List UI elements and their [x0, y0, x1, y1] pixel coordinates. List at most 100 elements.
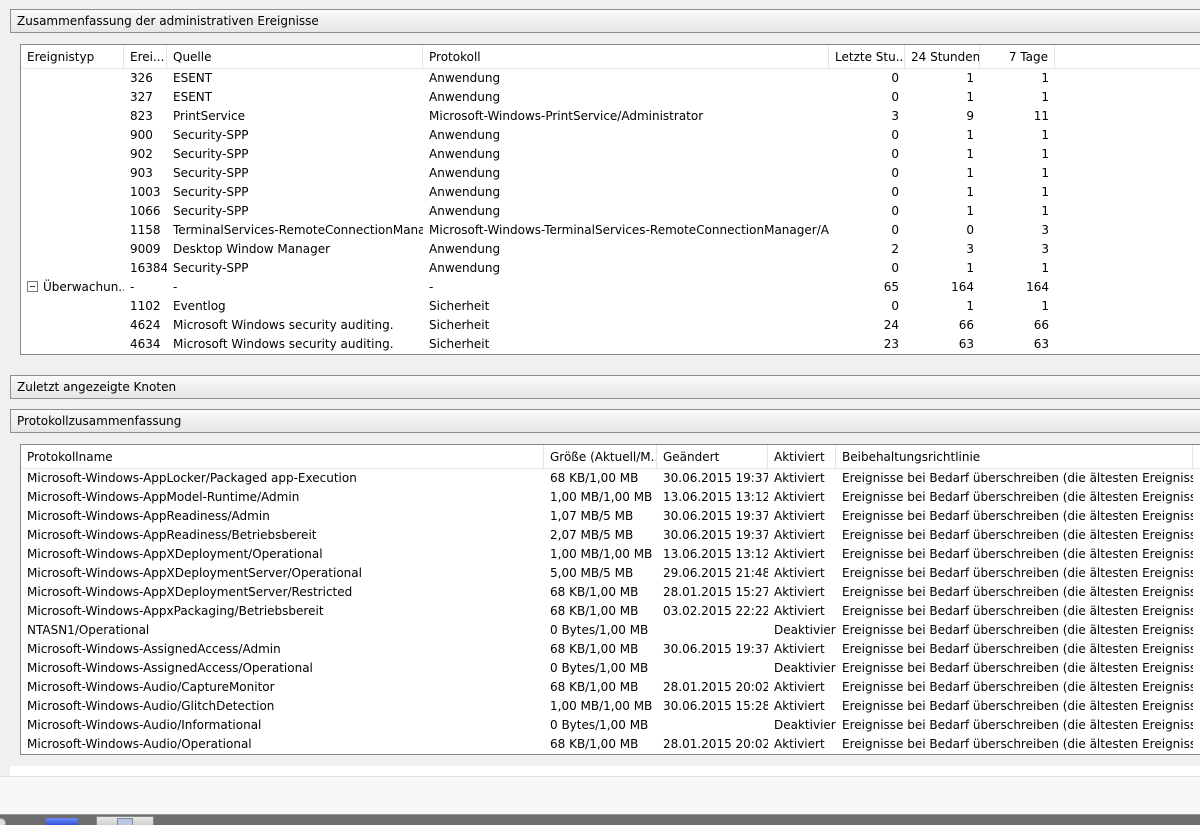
events-grid-header: Ereignistyp Erei... Quelle Protokoll Let…: [21, 45, 1200, 69]
table-row[interactable]: Microsoft-Windows-Audio/GlitchDetection 1…: [21, 697, 1200, 716]
col-last-hour[interactable]: Letzte Stu...: [829, 45, 905, 69]
event-log-cell: Anwendung: [429, 90, 501, 104]
log-summary-header[interactable]: Protokollzusammenfassung: [10, 409, 1200, 433]
table-row[interactable]: Microsoft-Windows-AssignedAccess/Admin 68…: [21, 640, 1200, 659]
event-type-cell: [21, 221, 124, 240]
event-last-hour-cell: 0: [891, 299, 899, 313]
window-icon: [117, 818, 133, 825]
log-enabled-cell: Aktiviert: [774, 471, 825, 485]
event-7d-cell: 11: [1033, 109, 1049, 123]
log-policy-cell: Ereignisse bei Bedarf überschreiben (die…: [842, 623, 1193, 637]
event-24h-cell: 3: [966, 242, 974, 256]
event-last-hour-cell: 0: [891, 223, 899, 237]
table-row[interactable]: 903 Security-SPP Anwendung 0 1 1: [21, 164, 1200, 183]
event-24h-cell: 1: [966, 166, 974, 180]
table-row[interactable]: 4634 Microsoft Windows security auditing.…: [21, 335, 1200, 354]
log-enabled-cell: Deaktiviert: [774, 661, 836, 675]
log-size-cell: 0 Bytes/1,00 MB: [550, 718, 649, 732]
table-row[interactable]: 1158 TerminalServices-RemoteConnectionMan…: [21, 221, 1200, 240]
table-row[interactable]: Microsoft-Windows-AppXDeploymentServer/R…: [21, 583, 1200, 602]
log-changed-cell: 03.02.2015 22:22:59: [663, 604, 768, 618]
taskbar-app-icon[interactable]: [46, 818, 78, 825]
log-policy-cell: Ereignisse bei Bedarf überschreiben (die…: [842, 642, 1193, 656]
col-source[interactable]: Quelle: [167, 45, 423, 69]
event-24h-cell: 66: [958, 318, 974, 332]
event-log-cell: Anwendung: [429, 185, 501, 199]
col-changed[interactable]: Geändert: [657, 445, 768, 469]
taskbar: [0, 814, 1200, 825]
log-policy-cell: Ereignisse bei Bedarf überschreiben (die…: [842, 528, 1193, 542]
col-24-hours[interactable]: 24 Stunden: [905, 45, 980, 69]
log-changed-cell: 28.01.2015 20:02:12: [663, 680, 768, 694]
table-row[interactable]: NTASN1/Operational 0 Bytes/1,00 MB Deaktiv…: [21, 621, 1200, 640]
table-row[interactable]: 9009 Desktop Window Manager Anwendung 2 3 3: [21, 240, 1200, 259]
col-retention-policy[interactable]: Beibehaltungsrichtlinie: [836, 445, 1193, 469]
table-row[interactable]: 4624 Microsoft Windows security auditing.…: [21, 316, 1200, 335]
table-row[interactable]: 327 ESENT Anwendung 0 1 1: [21, 88, 1200, 107]
event-source-cell: -: [173, 280, 178, 294]
log-size-cell: 1,00 MB/1,00 MB: [550, 699, 653, 713]
event-log-cell: Anwendung: [429, 166, 501, 180]
table-row[interactable]: 1003 Security-SPP Anwendung 0 1 1: [21, 183, 1200, 202]
log-size-cell: 1,07 MB/5 MB: [550, 509, 634, 523]
log-changed-cell: 30.06.2015 19:37:10: [663, 509, 768, 523]
log-changed-cell: 13.06.2015 13:12:39: [663, 490, 768, 504]
recent-nodes-header[interactable]: Zuletzt angezeigte Knoten: [10, 375, 1200, 399]
event-24h-cell: 1: [966, 185, 974, 199]
log-enabled-cell: Aktiviert: [774, 566, 825, 580]
status-strip: [0, 776, 1200, 814]
col-event-id[interactable]: Erei...: [124, 45, 167, 69]
log-changed-cell: 28.01.2015 15:27:43: [663, 585, 768, 599]
table-row[interactable]: Microsoft-Windows-AssignedAccess/Operati…: [21, 659, 1200, 678]
table-row[interactable]: Microsoft-Windows-AppxPackaging/Betriebs…: [21, 602, 1200, 621]
start-orb-icon[interactable]: [0, 818, 6, 825]
event-log-cell: Anwendung: [429, 204, 501, 218]
table-row[interactable]: Microsoft-Windows-AppXDeploymentServer/O…: [21, 564, 1200, 583]
log-size-cell: 68 KB/1,00 MB: [550, 604, 639, 618]
event-log-cell: Anwendung: [429, 242, 501, 256]
col-log[interactable]: Protokoll: [423, 45, 829, 69]
col-size[interactable]: Größe (Aktuell/M...: [544, 445, 657, 469]
event-7d-cell: 1: [1041, 185, 1049, 199]
table-row[interactable]: Microsoft-Windows-Audio/Operational 68 KB…: [21, 735, 1200, 754]
table-row[interactable]: Microsoft-Windows-AppLocker/Packaged app…: [21, 469, 1200, 488]
col-event-type[interactable]: Ereignistyp: [21, 45, 124, 69]
event-source-cell: Microsoft Windows security auditing.: [173, 337, 394, 351]
log-name-cell: Microsoft-Windows-Audio/Informational: [27, 718, 262, 732]
table-row[interactable]: Microsoft-Windows-Audio/CaptureMonitor 68…: [21, 678, 1200, 697]
table-row[interactable]: 823 PrintService Microsoft-Windows-PrintSe…: [21, 107, 1200, 126]
event-24h-cell: 9: [966, 109, 974, 123]
event-7d-cell: 3: [1041, 223, 1049, 237]
event-source-cell: Security-SPP: [173, 166, 249, 180]
table-row[interactable]: Microsoft-Windows-Audio/Informational 0 B…: [21, 716, 1200, 735]
col-log-name[interactable]: Protokollname: [21, 445, 544, 469]
table-row[interactable]: 16384 Security-SPP Anwendung 0 1 1: [21, 259, 1200, 278]
event-type-cell: [21, 164, 124, 183]
log-policy-cell: Ereignisse bei Bedarf überschreiben (die…: [842, 699, 1193, 713]
log-name-cell: Microsoft-Windows-AssignedAccess/Operati…: [27, 661, 313, 675]
col-enabled[interactable]: Aktiviert: [768, 445, 836, 469]
table-row[interactable]: 900 Security-SPP Anwendung 0 1 1: [21, 126, 1200, 145]
log-changed-cell: 13.06.2015 13:12:39: [663, 547, 768, 561]
admin-summary-header[interactable]: Zusammenfassung der administrativen Erei…: [10, 9, 1200, 33]
log-name-cell: Microsoft-Windows-Audio/Operational: [27, 737, 252, 751]
event-group-row[interactable]: Überwachun... - - -65 164 164: [21, 278, 1200, 297]
table-row[interactable]: Microsoft-Windows-AppModel-Runtime/Admin…: [21, 488, 1200, 507]
table-row[interactable]: Microsoft-Windows-AppReadiness/Betriebsb…: [21, 526, 1200, 545]
event-24h-cell: 0: [966, 223, 974, 237]
collapse-icon[interactable]: [27, 281, 38, 292]
log-policy-cell: Ereignisse bei Bedarf überschreiben (die…: [842, 737, 1193, 751]
table-row[interactable]: 902 Security-SPP Anwendung 0 1 1: [21, 145, 1200, 164]
event-24h-cell: 63: [958, 337, 974, 351]
table-row[interactable]: 326 ESENT Anwendung 0 1 1: [21, 69, 1200, 88]
table-row[interactable]: 1102 Eventlog Sicherheit 0 1 1: [21, 297, 1200, 316]
event-7d-cell: 3: [1041, 242, 1049, 256]
table-row[interactable]: 1066 Security-SPP Anwendung 0 1 1: [21, 202, 1200, 221]
event-type-cell: [21, 126, 124, 145]
table-row[interactable]: Microsoft-Windows-AppReadiness/Admin 1,07…: [21, 507, 1200, 526]
log-name-cell: Microsoft-Windows-AppXDeploymentServer/O…: [27, 566, 362, 580]
event-log-cell: Sicherheit: [429, 299, 490, 313]
event-source-cell: Microsoft Windows security auditing.: [173, 318, 394, 332]
table-row[interactable]: Microsoft-Windows-AppXDeployment/Operati…: [21, 545, 1200, 564]
col-7-days[interactable]: 7 Tage: [980, 45, 1055, 69]
